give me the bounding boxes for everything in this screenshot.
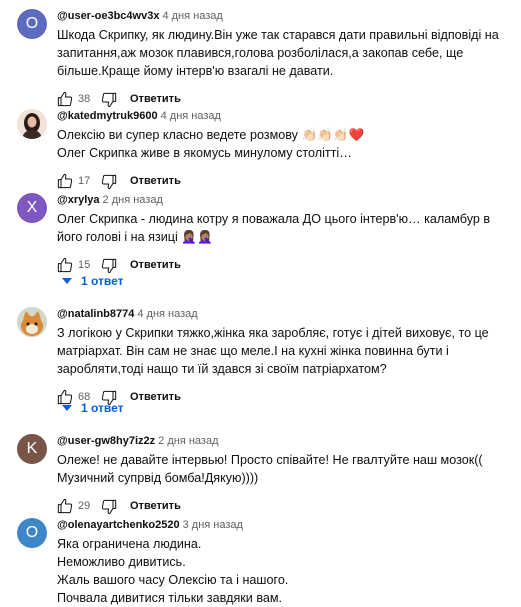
- comment-time[interactable]: 3 дня назад: [183, 519, 243, 531]
- thumbs-up-icon[interactable]: [57, 173, 73, 189]
- comment-text: З логікою у Скрипки тяжко,жінка яка заро…: [57, 326, 489, 376]
- comment-text: Яка ограничена людина. Неможливо дивитис…: [57, 537, 289, 605]
- avatar[interactable]: X: [17, 193, 47, 223]
- comment-time[interactable]: 4 дня назад: [162, 10, 222, 22]
- chevron-down-icon: [62, 278, 72, 284]
- thumbs-up-icon[interactable]: [57, 498, 73, 514]
- avatar[interactable]: O: [17, 518, 47, 548]
- chevron-down-icon: [62, 405, 72, 411]
- reply-button[interactable]: Ответить: [130, 391, 181, 403]
- thumbs-down-icon[interactable]: [101, 92, 117, 108]
- avatar[interactable]: [17, 307, 47, 337]
- comment-author[interactable]: @xrylya: [57, 194, 100, 206]
- comment-time[interactable]: 2 дня назад: [158, 435, 218, 447]
- avatar[interactable]: О: [17, 9, 47, 39]
- reply-button[interactable]: Ответить: [130, 500, 181, 512]
- replies-count: 1 ответ: [81, 274, 124, 288]
- like-count: 29: [78, 500, 91, 512]
- reply-button[interactable]: Ответить: [130, 175, 181, 187]
- comment-time[interactable]: 4 дня назад: [161, 110, 221, 122]
- comment-text: Шкода Скрипку, як людину.Він уже так ста…: [57, 28, 499, 78]
- comment-author[interactable]: @natalinb8774: [57, 308, 134, 320]
- comment-author[interactable]: @olenayartchenko2520: [57, 519, 180, 531]
- reply-button[interactable]: Ответить: [130, 93, 181, 105]
- comment-author[interactable]: @katedmytruk9600: [57, 110, 158, 122]
- cat-photo-icon: [17, 307, 47, 337]
- replies-count: 1 ответ: [81, 401, 124, 415]
- comment-time[interactable]: 4 дня назад: [137, 308, 197, 320]
- user-photo-icon: [17, 109, 47, 139]
- comment-author[interactable]: @user-oe3bc4wv3x: [57, 10, 159, 22]
- comments-section: О @user-oe3bc4wv3x 4 дня назад Шкода Скри…: [0, 0, 521, 605]
- like-count: 38: [78, 93, 91, 105]
- reply-button[interactable]: Ответить: [130, 259, 181, 271]
- view-replies-button[interactable]: 1 ответ: [62, 398, 124, 418]
- thumbs-up-icon[interactable]: [57, 91, 73, 107]
- view-replies-button[interactable]: 1 ответ: [62, 271, 124, 291]
- thumbs-down-icon[interactable]: [101, 174, 117, 190]
- avatar[interactable]: K: [17, 434, 47, 464]
- thumbs-down-icon[interactable]: [101, 499, 117, 515]
- avatar[interactable]: [17, 109, 47, 139]
- like-count: 15: [78, 259, 91, 271]
- comment-time[interactable]: 2 дня назад: [103, 194, 163, 206]
- comment-text: Олеже! не давайте інтервью! Просто співа…: [57, 453, 483, 485]
- comment-author[interactable]: @user-gw8hy7iz2z: [57, 435, 155, 447]
- like-count: 17: [78, 175, 91, 187]
- comment-text: Олексію ви супер класно ведете розмову 👏…: [57, 128, 365, 160]
- comment-text: Олег Скрипка - людина котру я поважала Д…: [57, 212, 491, 244]
